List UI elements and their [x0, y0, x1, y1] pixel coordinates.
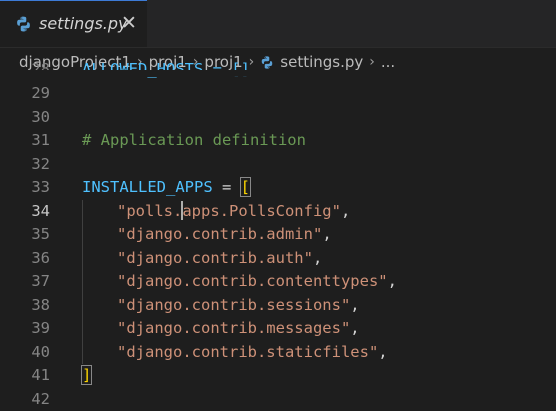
- line-number: 32: [0, 153, 50, 177]
- python-file-icon: [15, 15, 32, 33]
- tab-label: settings.py: [39, 14, 128, 33]
- line-number: 29: [0, 82, 50, 106]
- string-token: "django.contrib.staticfiles": [117, 343, 378, 361]
- string-token: "django.contrib.messages": [117, 319, 350, 337]
- comma-token: ,: [322, 225, 331, 243]
- line-number: 39: [0, 317, 50, 341]
- code-comment: # Application definition: [82, 129, 306, 153]
- code-text: "polls.apps.PollsConfig",: [117, 200, 350, 224]
- string-token: "django.contrib.contenttypes": [117, 272, 388, 290]
- code-text: "django.contrib.staticfiles",: [117, 341, 388, 365]
- code-text: INSTALLED_APPS = [: [82, 176, 250, 200]
- code-line-36: 36 "django.contrib.auth",: [0, 247, 556, 271]
- code-text: "django.contrib.contenttypes",: [117, 270, 397, 294]
- code-line-30: 30: [0, 106, 556, 130]
- comma-token: ,: [350, 296, 359, 314]
- line-number: 38: [0, 294, 50, 318]
- comma-token: ,: [388, 272, 397, 290]
- string-token: "django.contrib.admin": [117, 225, 322, 243]
- string-token: "django.contrib.sessions": [117, 296, 350, 314]
- code-text: ]: [82, 364, 91, 388]
- code-line-38: 38 "django.contrib.sessions",: [0, 294, 556, 318]
- indent-guide: [82, 294, 83, 318]
- string-token: "polls.: [117, 202, 182, 220]
- code-line-35: 35 "django.contrib.admin",: [0, 223, 556, 247]
- code-line-29: 29: [0, 82, 556, 106]
- code-line-41: 41 ]: [0, 364, 556, 388]
- line-number: 36: [0, 247, 50, 271]
- line-number: 41: [0, 364, 50, 388]
- line-number: 31: [0, 129, 50, 153]
- variable-token: INSTALLED_APPS: [82, 178, 213, 196]
- code-text: "django.contrib.auth",: [117, 247, 322, 271]
- line-number: 42: [0, 388, 50, 411]
- bracket-token: [: [241, 178, 250, 196]
- indent-guide: [82, 317, 83, 341]
- comma-token: ,: [341, 202, 350, 220]
- operator-token: =: [213, 178, 241, 196]
- comma-token: ,: [350, 319, 359, 337]
- indent-guide: [82, 200, 83, 224]
- code-line-34: 34 "polls.apps.PollsConfig",: [0, 200, 556, 224]
- tab-settings-py[interactable]: settings.py ✕: [0, 0, 147, 47]
- line-number-active: 34: [0, 200, 50, 224]
- line-number: 30: [0, 106, 50, 130]
- line-number: 35: [0, 223, 50, 247]
- indent-guide: [82, 223, 83, 247]
- code-line-33: 33 INSTALLED_APPS = [: [0, 176, 556, 200]
- code-text: "django.contrib.sessions",: [117, 294, 360, 318]
- indent-guide: [82, 341, 83, 365]
- tab-bar: settings.py ✕: [0, 0, 556, 48]
- code-line-42: 42: [0, 388, 556, 411]
- line-number: 40: [0, 341, 50, 365]
- comma-token: ,: [378, 343, 387, 361]
- code-text: "django.contrib.admin",: [117, 223, 332, 247]
- comma-token: ,: [313, 249, 322, 267]
- bracket-token: ]: [82, 366, 91, 384]
- string-token: apps.PollsConfig": [182, 202, 341, 220]
- indent-guide: [82, 270, 83, 294]
- code-text: "django.contrib.messages",: [117, 317, 360, 341]
- line-number: 33: [0, 176, 50, 200]
- breadcrumb-shadow: [0, 70, 556, 76]
- code-line-32: 32: [0, 153, 556, 177]
- line-number: 37: [0, 270, 50, 294]
- code-line-40: 40 "django.contrib.staticfiles",: [0, 341, 556, 365]
- code-editor[interactable]: 28 ALLOWED_HOSTS = [] 29 30 31 # Applica…: [0, 70, 556, 405]
- code-line-37: 37 "django.contrib.contenttypes",: [0, 270, 556, 294]
- string-token: "django.contrib.auth": [117, 249, 313, 267]
- code-line-39: 39 "django.contrib.messages",: [0, 317, 556, 341]
- indent-guide: [82, 247, 83, 271]
- close-icon[interactable]: ✕: [121, 13, 137, 33]
- code-line-31: 31 # Application definition: [0, 129, 556, 153]
